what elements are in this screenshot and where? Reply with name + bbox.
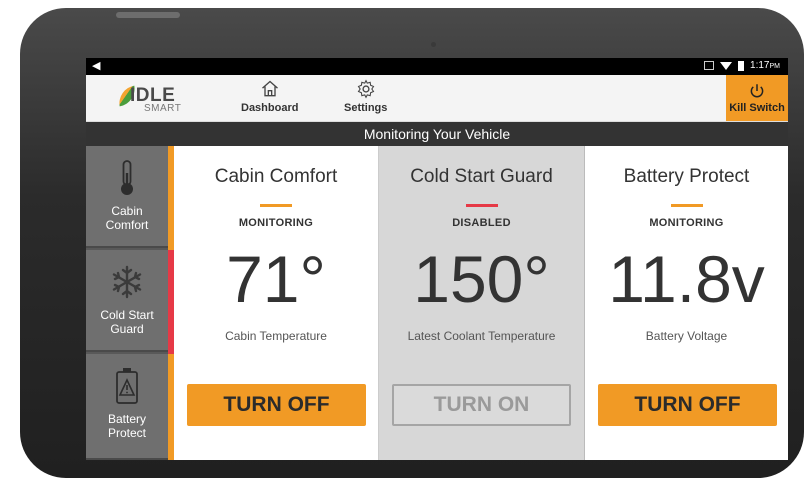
nfc-icon	[704, 61, 715, 70]
front-camera	[431, 42, 436, 47]
reading-caption: Latest Coolant Temperature	[407, 329, 556, 343]
sidebar-label-line2: Protect	[107, 426, 146, 440]
reading-value: 150°	[413, 242, 550, 316]
card-title: Battery Protect	[623, 166, 750, 187]
home-icon	[261, 80, 278, 97]
sidebar-item-cold-start-guard[interactable]: Cold Start Guard	[86, 250, 168, 352]
monitoring-banner: Monitoring Your Vehicle	[86, 122, 788, 146]
card-title: Cold Start Guard	[410, 166, 553, 187]
sidebar-label-line2: Comfort	[105, 218, 149, 232]
turn-off-button[interactable]: TURN OFF	[187, 384, 366, 426]
card-cabin-comfort: Cabin Comfort MONITORING 71° Cabin Tempe…	[174, 146, 379, 460]
battery-warning-icon	[116, 368, 138, 404]
turn-on-button[interactable]: TURN ON	[392, 384, 571, 426]
status-bar: ◀ 1:17PM	[86, 58, 788, 75]
card-title: Cabin Comfort	[214, 166, 338, 187]
power-button-edge	[116, 12, 180, 18]
clock: 1:17PM	[750, 60, 780, 71]
sidebar-item-cabin-comfort[interactable]: Cabin Comfort	[86, 146, 168, 248]
status-badge: MONITORING	[649, 217, 724, 229]
card-cold-start-guard: Cold Start Guard DISABLED 150° Latest Co…	[379, 146, 585, 460]
wifi-icon	[720, 61, 733, 70]
kill-switch-button[interactable]: Kill Switch	[726, 75, 788, 121]
idle-smart-logo[interactable]: IDLE SMART	[114, 81, 184, 115]
sidebar: Cabin Comfort Cold Start Guard Battery P…	[86, 146, 174, 460]
sidebar-label-line2: Guard	[110, 322, 144, 336]
status-badge: DISABLED	[452, 217, 511, 229]
tablet-screen: ◀ 1:17PM IDLE SMART Dashboard Settings K…	[86, 58, 788, 460]
status-icons: 1:17PM	[704, 60, 780, 71]
nav-settings-label: Settings	[344, 102, 388, 114]
nav-dashboard[interactable]: Dashboard	[241, 79, 298, 114]
status-badge: MONITORING	[238, 217, 314, 229]
battery-icon	[738, 60, 745, 71]
sidebar-label-line1: Cabin	[111, 204, 143, 218]
reading-value: 71°	[226, 242, 326, 316]
gear-icon	[357, 79, 375, 99]
card-battery-protect: Battery Protect MONITORING 11.8v Battery…	[585, 146, 788, 460]
reading-caption: Battery Voltage	[645, 329, 728, 343]
kill-switch-label: Kill Switch	[729, 102, 785, 114]
app-bar: IDLE SMART Dashboard Settings Kill Switc…	[86, 75, 788, 122]
snowflake-icon	[112, 265, 142, 299]
nav-settings[interactable]: Settings	[344, 79, 387, 114]
back-arrow-icon[interactable]: ◀	[92, 59, 100, 72]
reading-value: 11.8v	[608, 242, 765, 316]
thermometer-icon	[121, 160, 133, 195]
reading-caption: Cabin Temperature	[225, 329, 327, 343]
nav-dashboard-label: Dashboard	[241, 102, 299, 114]
status-accent-line	[465, 204, 498, 207]
status-accent-line	[260, 204, 292, 207]
turn-off-button[interactable]: TURN OFF	[598, 384, 777, 426]
status-accent-line	[670, 204, 703, 207]
power-icon	[750, 84, 764, 98]
logo-subtext: SMART	[144, 103, 182, 114]
sidebar-item-battery-protect[interactable]: Battery Protect	[86, 354, 168, 460]
tablet-frame: ◀ 1:17PM IDLE SMART Dashboard Settings K…	[20, 8, 804, 478]
sidebar-label-line1: Cold Start	[100, 308, 154, 322]
sidebar-label-line1: Battery	[107, 412, 146, 426]
